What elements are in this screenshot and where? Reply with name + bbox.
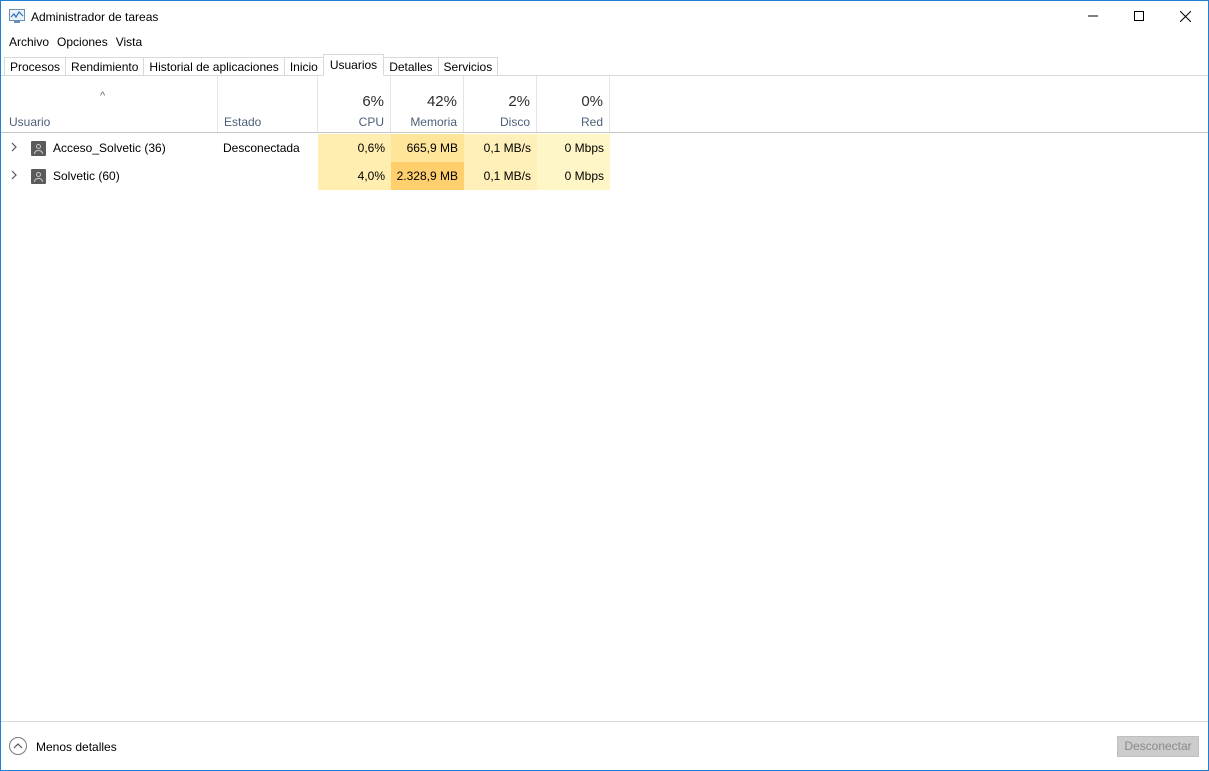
disk-cell: 0,1 MB/s <box>464 134 537 162</box>
maximize-button[interactable] <box>1116 1 1162 31</box>
network-cell: 0 Mbps <box>537 162 610 190</box>
column-label-red: Red <box>580 115 603 129</box>
less-details-label[interactable]: Menos detalles <box>36 740 117 754</box>
memory-cell: 2.328,9 MB <box>391 162 464 190</box>
header-divider <box>1 132 1208 133</box>
column-label-usuario: Usuario <box>9 115 51 129</box>
memory-cell: 665,9 MB <box>391 134 464 162</box>
network-cell: 0 Mbps <box>537 134 610 162</box>
minimize-icon <box>1088 15 1098 17</box>
tab-servicios[interactable]: Servicios <box>437 57 499 76</box>
window-title: Administrador de tareas <box>31 10 159 24</box>
menu-archivo[interactable]: Archivo <box>1 33 54 51</box>
column-label-disco: Disco <box>499 115 530 129</box>
cpu-total-percent: 6% <box>362 93 384 110</box>
tab-procesos[interactable]: Procesos <box>4 57 66 76</box>
less-details-button[interactable] <box>9 737 27 755</box>
task-manager-icon <box>9 9 25 23</box>
close-button[interactable] <box>1162 1 1208 31</box>
user-icon <box>31 141 46 156</box>
cpu-cell: 0,6% <box>318 134 391 162</box>
user-status: Desconectada <box>223 141 300 155</box>
table-row[interactable]: Acceso_Solvetic (36) Desconectada 0,6% 6… <box>1 134 1208 162</box>
menu-vista[interactable]: Vista <box>113 33 147 51</box>
column-header-estado[interactable]: Estado <box>218 76 318 132</box>
chevron-right-icon[interactable] <box>9 169 19 181</box>
footer-divider <box>1 721 1208 722</box>
column-header-disco[interactable]: 2% Disco <box>464 76 537 132</box>
close-icon <box>1179 10 1191 22</box>
column-header-red[interactable]: 0% Red <box>537 76 610 132</box>
column-label-memoria: Memoria <box>410 115 457 129</box>
user-icon <box>31 169 46 184</box>
tab-rendimiento[interactable]: Rendimiento <box>65 57 144 76</box>
tab-historial[interactable]: Historial de aplicaciones <box>143 57 284 76</box>
column-header-usuario[interactable]: Usuario <box>1 76 218 132</box>
title-bar: Administrador de tareas <box>1 1 1208 31</box>
maximize-icon <box>1134 11 1144 21</box>
tab-inicio[interactable]: Inicio <box>283 57 323 76</box>
network-total-percent: 0% <box>581 93 603 110</box>
tab-strip: Procesos Rendimiento Historial de aplica… <box>4 54 499 76</box>
table-row[interactable]: Solvetic (60) 4,0% 2.328,9 MB 0,1 MB/s 0… <box>1 162 1208 190</box>
column-label-cpu: CPU <box>358 115 384 129</box>
disconnect-button[interactable]: Desconectar <box>1117 736 1199 757</box>
disk-cell: 0,1 MB/s <box>464 162 537 190</box>
column-header-cpu[interactable]: 6% CPU <box>318 76 391 132</box>
user-name: Solvetic (60) <box>53 169 120 183</box>
menu-bar: Archivo Opciones Vista <box>1 33 147 51</box>
memory-total-percent: 42% <box>426 93 457 110</box>
chevron-right-icon[interactable] <box>9 141 19 153</box>
cpu-cell: 4,0% <box>318 162 391 190</box>
column-header-memoria[interactable]: 42% Memoria <box>391 76 464 132</box>
user-name: Acceso_Solvetic (36) <box>53 141 166 155</box>
tab-usuarios[interactable]: Usuarios <box>322 54 385 76</box>
chevron-up-icon <box>13 743 23 749</box>
disk-total-percent: 2% <box>508 93 530 110</box>
minimize-button[interactable] <box>1070 1 1116 31</box>
menu-opciones[interactable]: Opciones <box>54 33 113 51</box>
column-label-estado: Estado <box>224 115 262 129</box>
tab-detalles[interactable]: Detalles <box>384 57 438 76</box>
